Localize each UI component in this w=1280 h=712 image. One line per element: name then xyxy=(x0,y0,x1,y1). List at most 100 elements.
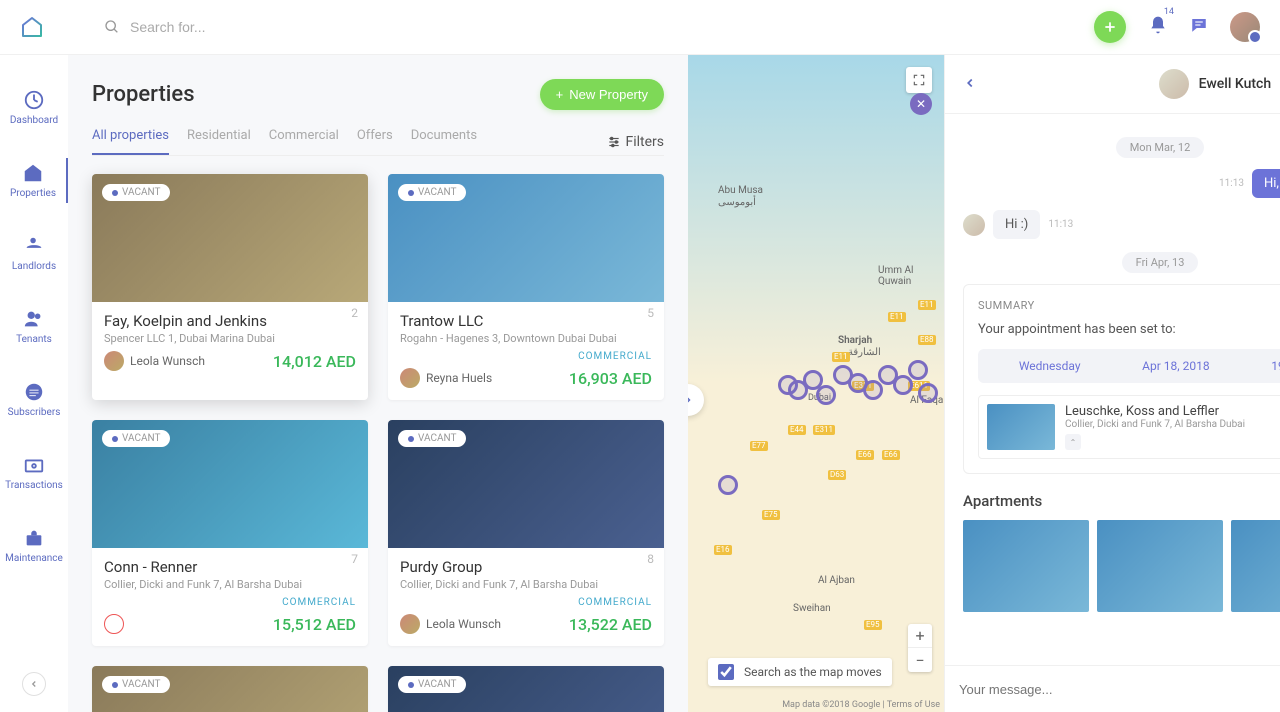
map-label: أبوموسى xyxy=(718,197,756,208)
fullscreen-button[interactable] xyxy=(906,67,932,93)
filters-button[interactable]: Filters xyxy=(607,134,664,150)
property-price: 15,512 AED xyxy=(273,615,356,634)
property-card[interactable]: VACANT 7 Conn - Renner Collier, Dicki an… xyxy=(92,420,368,646)
map-marker[interactable] xyxy=(816,385,836,405)
property-thumbnail xyxy=(987,404,1055,450)
property-title: Fay, Koelpin and Jenkins xyxy=(104,312,356,330)
tab-offers[interactable]: Offers xyxy=(357,128,393,155)
map-marker[interactable] xyxy=(893,375,913,395)
sidebar-item-tenants[interactable]: Tenants xyxy=(0,304,68,349)
apartments-thumbnails xyxy=(963,520,1280,612)
card-body: Purdy Group Collier, Dicki and Funk 7, A… xyxy=(388,548,664,646)
sidebar-collapse-button[interactable] xyxy=(22,672,46,696)
property-card[interactable]: VACANT xyxy=(92,666,368,712)
sidebar: Dashboard Properties Landlords Tenants S… xyxy=(0,55,68,712)
agent: Reyna Huels xyxy=(400,368,492,388)
contact-avatar xyxy=(1159,69,1189,99)
close-map-button[interactable]: ✕ xyxy=(910,93,932,115)
property-image: VACANT xyxy=(388,666,664,712)
property-address: Spencer LLC 1, Dubai Marina Dubai xyxy=(104,332,356,345)
message-time: 11:13 xyxy=(1048,219,1073,230)
zoom-out-button[interactable]: − xyxy=(908,648,932,672)
main: Properties + New Property All properties… xyxy=(68,55,1280,712)
sidebar-item-transactions[interactable]: Transactions xyxy=(0,450,68,495)
property-price: 14,012 AED xyxy=(273,352,356,371)
search-as-map-moves[interactable]: Search as the map moves xyxy=(708,658,892,686)
contact-name: Ewell Kutch xyxy=(1199,76,1272,92)
sidebar-item-landlords[interactable]: Landlords xyxy=(0,231,68,276)
date-divider: Mon Mar, 12 xyxy=(963,136,1280,155)
property-image: VACANT xyxy=(92,174,368,302)
apartment-thumbnail[interactable] xyxy=(1231,520,1280,612)
road-badge: E77 xyxy=(750,441,768,451)
page-title: Properties xyxy=(92,82,195,107)
search-icon xyxy=(104,19,120,35)
search-moves-label: Search as the map moves xyxy=(744,665,882,679)
map-label: الشارقة xyxy=(848,347,881,358)
message-input[interactable] xyxy=(959,682,1280,697)
map-label: Umm Al Quwain xyxy=(878,265,944,287)
map[interactable]: Abu Musa أبوموسى Umm Al Quwain Sharjah ا… xyxy=(688,55,944,712)
apartment-thumbnail[interactable] xyxy=(963,520,1089,612)
messages-icon[interactable] xyxy=(1190,16,1208,38)
chat-back-button[interactable] xyxy=(963,75,977,94)
agent: Leola Wunsch xyxy=(400,614,501,634)
property-count: 7 xyxy=(351,552,358,566)
property-address: Rogahn - Hagenes 3, Downtown Dubai Dubai xyxy=(400,332,652,345)
property-title: Leuschke, Koss and Leffler xyxy=(1065,404,1219,419)
sidebar-item-properties[interactable]: Properties xyxy=(0,158,68,203)
map-marker[interactable] xyxy=(918,383,938,403)
tab-all-properties[interactable]: All properties xyxy=(92,128,169,155)
property-address: Collier, Dicki and Funk 7, Al Barsha Dub… xyxy=(104,578,356,591)
tab-commercial[interactable]: Commercial xyxy=(269,128,339,155)
tab-documents[interactable]: Documents xyxy=(411,128,477,155)
property-image: VACANT xyxy=(388,420,664,548)
map-marker[interactable] xyxy=(908,360,928,380)
vacant-badge: VACANT xyxy=(398,676,466,693)
zoom-in-button[interactable]: + xyxy=(908,624,932,648)
appointment-day: Wednesday xyxy=(1019,359,1081,373)
property-cards: VACANT 2 Fay, Koelpin and Jenkins Spence… xyxy=(92,174,664,712)
map-marker[interactable] xyxy=(718,475,738,495)
sidebar-item-subscribers[interactable]: Subscribers xyxy=(0,377,68,422)
property-card[interactable]: VACANT xyxy=(388,666,664,712)
apartment-thumbnail[interactable] xyxy=(1097,520,1223,612)
notifications-icon[interactable]: 14 xyxy=(1148,15,1168,39)
app-logo[interactable] xyxy=(20,15,44,39)
collapse-button[interactable]: ⌃ xyxy=(1065,434,1081,450)
map-overlay: Abu Musa أبوموسى Umm Al Quwain Sharjah ا… xyxy=(688,55,944,712)
summary-property[interactable]: Leuschke, Koss and Leffler 9 Collier, Di… xyxy=(978,395,1280,459)
card-footer: Reyna Huels 16,903 AED xyxy=(400,368,652,388)
agent-name: Leola Wunsch xyxy=(426,617,501,631)
search-input[interactable] xyxy=(130,19,430,35)
chat-panel: Ewell Kutch Mon Mar, 12 11:13 Hi, there!… xyxy=(944,55,1280,712)
agent-name: Reyna Huels xyxy=(426,371,492,385)
road-badge: E311 xyxy=(813,425,835,435)
property-card[interactable]: VACANT 5 Trantow LLC Rogahn - Hagenes 3,… xyxy=(388,174,664,400)
map-label: Al Ajban xyxy=(818,575,855,586)
property-card[interactable]: VACANT 2 Fay, Koelpin and Jenkins Spence… xyxy=(92,174,368,400)
vacant-badge: VACANT xyxy=(398,184,466,201)
add-button[interactable] xyxy=(1094,11,1126,43)
message-row: Hi :) 11:13 xyxy=(963,210,1280,239)
road-badge: E11 xyxy=(918,300,936,310)
property-image: VACANT xyxy=(388,174,664,302)
plus-icon: + xyxy=(556,87,564,102)
road-badge: E11 xyxy=(832,352,850,362)
road-badge: E44 xyxy=(788,425,806,435)
sidebar-item-maintenance[interactable]: Maintenance xyxy=(0,523,68,568)
sidebar-item-dashboard[interactable]: Dashboard xyxy=(0,85,68,130)
property-title: Trantow LLC xyxy=(400,312,652,330)
new-property-button[interactable]: + New Property xyxy=(540,79,664,110)
property-image: VACANT xyxy=(92,420,368,548)
property-card[interactable]: VACANT 8 Purdy Group Collier, Dicki and … xyxy=(388,420,664,646)
road-badge: E75 xyxy=(762,510,780,520)
chat-header: Ewell Kutch xyxy=(945,55,1280,114)
property-count: 5 xyxy=(647,306,654,320)
map-marker[interactable] xyxy=(863,380,883,400)
user-avatar[interactable] xyxy=(1230,12,1260,42)
filters-label: Filters xyxy=(625,134,664,150)
search-moves-checkbox[interactable] xyxy=(718,664,734,680)
tab-residential[interactable]: Residential xyxy=(187,128,251,155)
topbar: 14 xyxy=(0,0,1280,55)
